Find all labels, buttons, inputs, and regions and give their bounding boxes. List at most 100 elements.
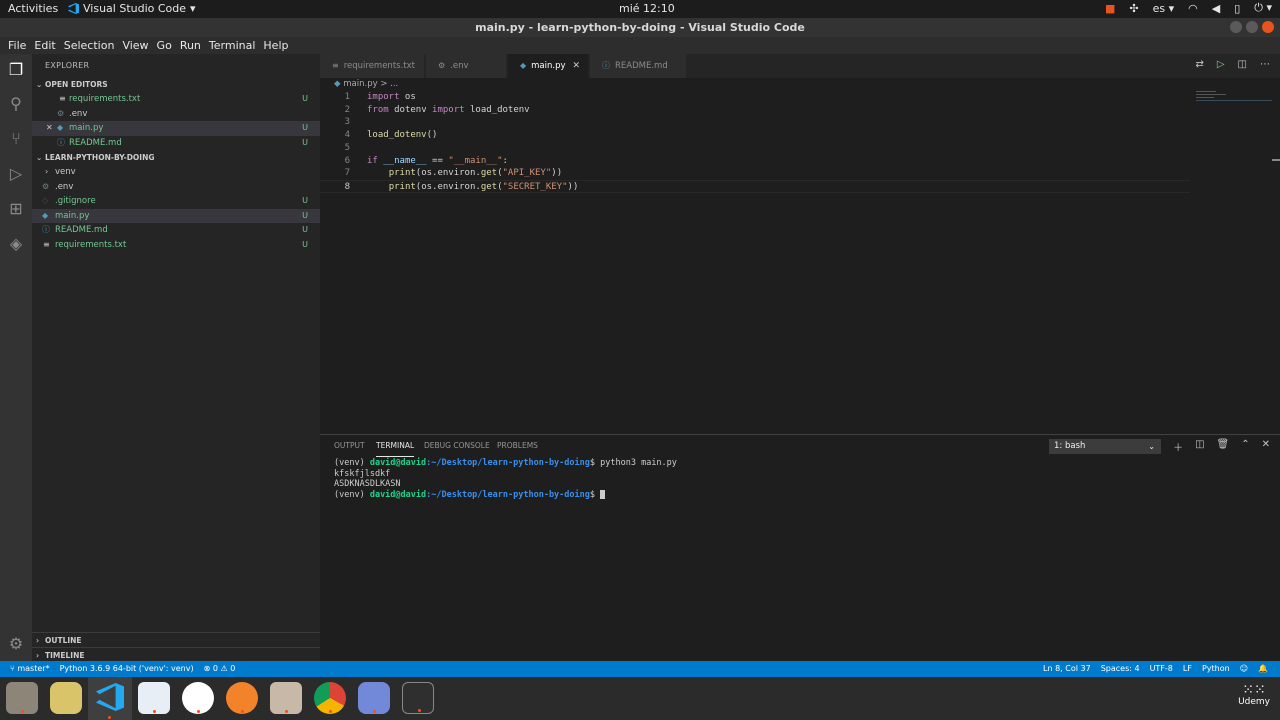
terminal-select[interactable]: 1: bash ⌄ [1049,439,1161,454]
chevron-down-icon: ⌄ [36,80,43,89]
open-editor-item[interactable]: ✕ ◆ main.py U [32,121,320,136]
menu-terminal[interactable]: Terminal [205,37,260,54]
project-section[interactable]: ⌄ LEARN-PYTHON-BY-DOING [32,150,320,165]
maximize-button[interactable] [1246,21,1258,33]
line-ending[interactable]: LF [1183,661,1192,677]
tree-item[interactable]: ◆ main.py U [32,208,320,223]
python-interpreter[interactable]: Python 3.6.9 64-bit ('venv': venv) [60,661,194,677]
panel-tab-output[interactable]: OUTPUT [334,435,365,457]
compare-icon[interactable]: ⇄ [1195,59,1203,70]
volume-icon[interactable]: ◀ [1212,2,1220,15]
scrollbar-marker[interactable] [1272,159,1280,161]
clock[interactable]: mié 12:10 [619,2,675,15]
tree-item[interactable]: ◇ .gitignore U [32,194,320,209]
close-window-button[interactable] [1262,21,1274,33]
git-branch-status[interactable]: ⑂ master* [10,661,50,677]
terminal-icon[interactable] [402,682,434,714]
tree-item[interactable]: ⓘ README.md U [32,223,320,238]
panel-tab-terminal[interactable]: TERMINAL [376,435,415,457]
app-grid-icon[interactable]: ⁙⁙ [1238,683,1270,697]
camera-icon[interactable]: ■ [1105,2,1115,15]
discord-icon[interactable] [358,682,390,714]
git-badge: U [302,239,308,249]
tab-main-py[interactable]: ◆ main.py ✕ [508,54,588,78]
open-editor-item[interactable]: ≡ requirements.txt U [32,92,320,107]
battery-icon[interactable]: ▯ [1234,2,1240,15]
menu-go[interactable]: Go [153,37,176,54]
udemy-watermark: ⁙⁙ Udemy [1238,683,1270,707]
chrome-icon[interactable] [314,682,346,714]
explorer-icon[interactable]: ❐ [6,60,26,80]
terminal-output[interactable]: (venv) david@david:~/Desktop/learn-pytho… [334,458,677,500]
app-menu[interactable]: Visual Studio Code ▾ [68,2,196,15]
menu-run[interactable]: Run [176,37,205,54]
cursor-position[interactable]: Ln 8, Col 37 [1043,661,1091,677]
encoding[interactable]: UTF-8 [1150,661,1173,677]
panel-tab-problems[interactable]: PROBLEMS [497,435,538,457]
indentation[interactable]: Spaces: 4 [1101,661,1140,677]
vscode-dock-icon[interactable] [88,677,132,720]
slack-icon[interactable] [182,682,214,714]
camera-app-icon[interactable] [270,682,302,714]
new-terminal-icon[interactable]: ＋ [1173,439,1183,454]
source-control-icon[interactable]: ⑂ [6,129,26,149]
run-debug-icon[interactable]: ▷ [6,164,26,184]
split-editor-icon[interactable]: ◫ [1238,59,1247,70]
language-indicator[interactable]: es ▾ [1153,2,1175,15]
settings-gear-icon[interactable]: ⚙ [6,634,26,654]
breadcrumb-file[interactable]: main.py [343,79,377,89]
language-mode[interactable]: Python [1202,661,1230,677]
open-editors-section[interactable]: ⌄ OPEN EDITORS [32,77,320,92]
menu-view[interactable]: View [118,37,152,54]
rhythmbox-icon[interactable] [50,682,82,714]
breadcrumb-separator[interactable]: > ... [380,79,398,89]
split-terminal-icon[interactable]: ◫ [1195,439,1204,454]
feedback-icon[interactable]: ☺ [1240,661,1248,677]
power-menu-icon[interactable]: ⏻ ▾ [1254,1,1272,15]
writer-icon[interactable] [138,682,170,714]
git-badge: U [302,196,308,205]
puzzle-icon[interactable]: ✣ [1129,2,1138,15]
branch-icon: ⑂ [10,664,15,673]
tab-requirements[interactable]: ≡ requirements.txt [320,54,424,78]
maximize-panel-icon[interactable]: ⌃ [1241,439,1249,454]
code-editor[interactable]: 1 import os 2 from dotenv import load_do… [320,91,1280,433]
docker-icon[interactable]: ◈ [6,234,26,254]
activities-button[interactable]: Activities [8,2,58,15]
drawing-app-icon[interactable] [226,682,258,714]
code-token: : [502,155,508,166]
git-badge: U [302,225,308,234]
code-token: os [399,92,416,102]
tab-env[interactable]: ⚙ .env [426,54,506,78]
close-icon[interactable]: ✕ [46,121,53,136]
close-panel-icon[interactable]: ✕ [1262,439,1270,454]
outline-section[interactable]: › OUTLINE [32,632,320,647]
close-tab-icon[interactable]: ✕ [572,54,580,78]
git-badge: U [302,137,308,147]
minimap[interactable] [1196,91,1272,103]
open-editor-item[interactable]: ⚙ .env [32,107,320,122]
open-editor-item[interactable]: ⓘ README.md U [32,136,320,151]
search-icon[interactable]: ⚲ [6,94,26,114]
tab-readme[interactable]: ⓘ README.md [590,54,686,78]
run-file-icon[interactable]: ▷ [1217,59,1225,70]
tree-item[interactable]: ⚙ .env [32,180,320,195]
menu-selection[interactable]: Selection [60,37,119,54]
menu-file[interactable]: File [4,37,30,54]
code-line: 2 from dotenv import load_dotenv [320,104,1190,117]
timeline-section[interactable]: › TIMELINE [32,647,320,662]
code-line-current: 8 print(os.environ.get("SECRET_KEY")) [320,179,1190,193]
problems-status[interactable]: ⊗ 0 ⚠ 0 [204,661,236,677]
more-actions-icon[interactable]: ⋯ [1260,59,1270,70]
menu-edit[interactable]: Edit [30,37,59,54]
trash-icon[interactable]: 🗑 [1217,439,1230,454]
bell-icon[interactable]: 🔔 [1258,661,1268,677]
tree-item-folder[interactable]: › venv [32,165,320,180]
extensions-icon[interactable]: ⊞ [6,199,26,219]
menu-help[interactable]: Help [259,37,292,54]
panel-tab-debug-console[interactable]: DEBUG CONSOLE [424,435,490,457]
minimize-button[interactable] [1230,21,1242,33]
wifi-icon[interactable]: ◠ [1188,2,1198,15]
tree-item[interactable]: ≡ requirements.txt U [32,238,320,253]
files-app-icon[interactable] [6,682,38,714]
